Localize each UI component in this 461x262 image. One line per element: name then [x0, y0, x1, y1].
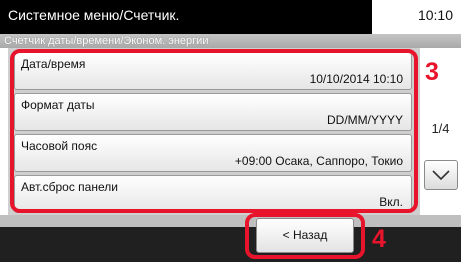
scroll-down-button[interactable] [424, 160, 458, 190]
item-value: DD/MM/YYYY [326, 113, 403, 127]
item-label: Формат даты [21, 98, 95, 112]
item-label: Часовой пояс [21, 139, 98, 153]
item-value: Вкл. [379, 195, 403, 209]
screen: Системное меню/Счетчик. 10:10 Счетчик да… [0, 0, 461, 262]
back-button[interactable]: < Назад [256, 218, 354, 253]
screen-subtitle: Счетчик даты/времени/Эконом. энергии [4, 35, 209, 47]
item-label: Авт.сброс панели [21, 180, 118, 194]
footer-bar-dark [0, 227, 461, 262]
callout-number-back: 4 [372, 225, 386, 253]
chevron-down-icon [432, 170, 450, 181]
item-value: +09:00 Осака, Саппоро, Токио [234, 154, 403, 168]
list-item-time-zone[interactable]: Часовой пояс +09:00 Осака, Саппоро, Токи… [14, 134, 412, 172]
screen-title: Системное меню/Счетчик. [0, 0, 372, 34]
list-item-date-format[interactable]: Формат даты DD/MM/YYYY [14, 93, 412, 131]
list-item-auto-panel-reset[interactable]: Авт.сброс панели Вкл. [14, 175, 412, 213]
callout-number-list: 3 [425, 58, 439, 86]
list-item-date-time[interactable]: Дата/время 10/10/2014 10:10 [14, 52, 412, 90]
item-value: 10/10/2014 10:10 [309, 72, 403, 86]
item-label: Дата/время [21, 57, 86, 71]
clock: 10:10 [372, 0, 461, 34]
page-indicator: 1/4 [431, 121, 450, 136]
